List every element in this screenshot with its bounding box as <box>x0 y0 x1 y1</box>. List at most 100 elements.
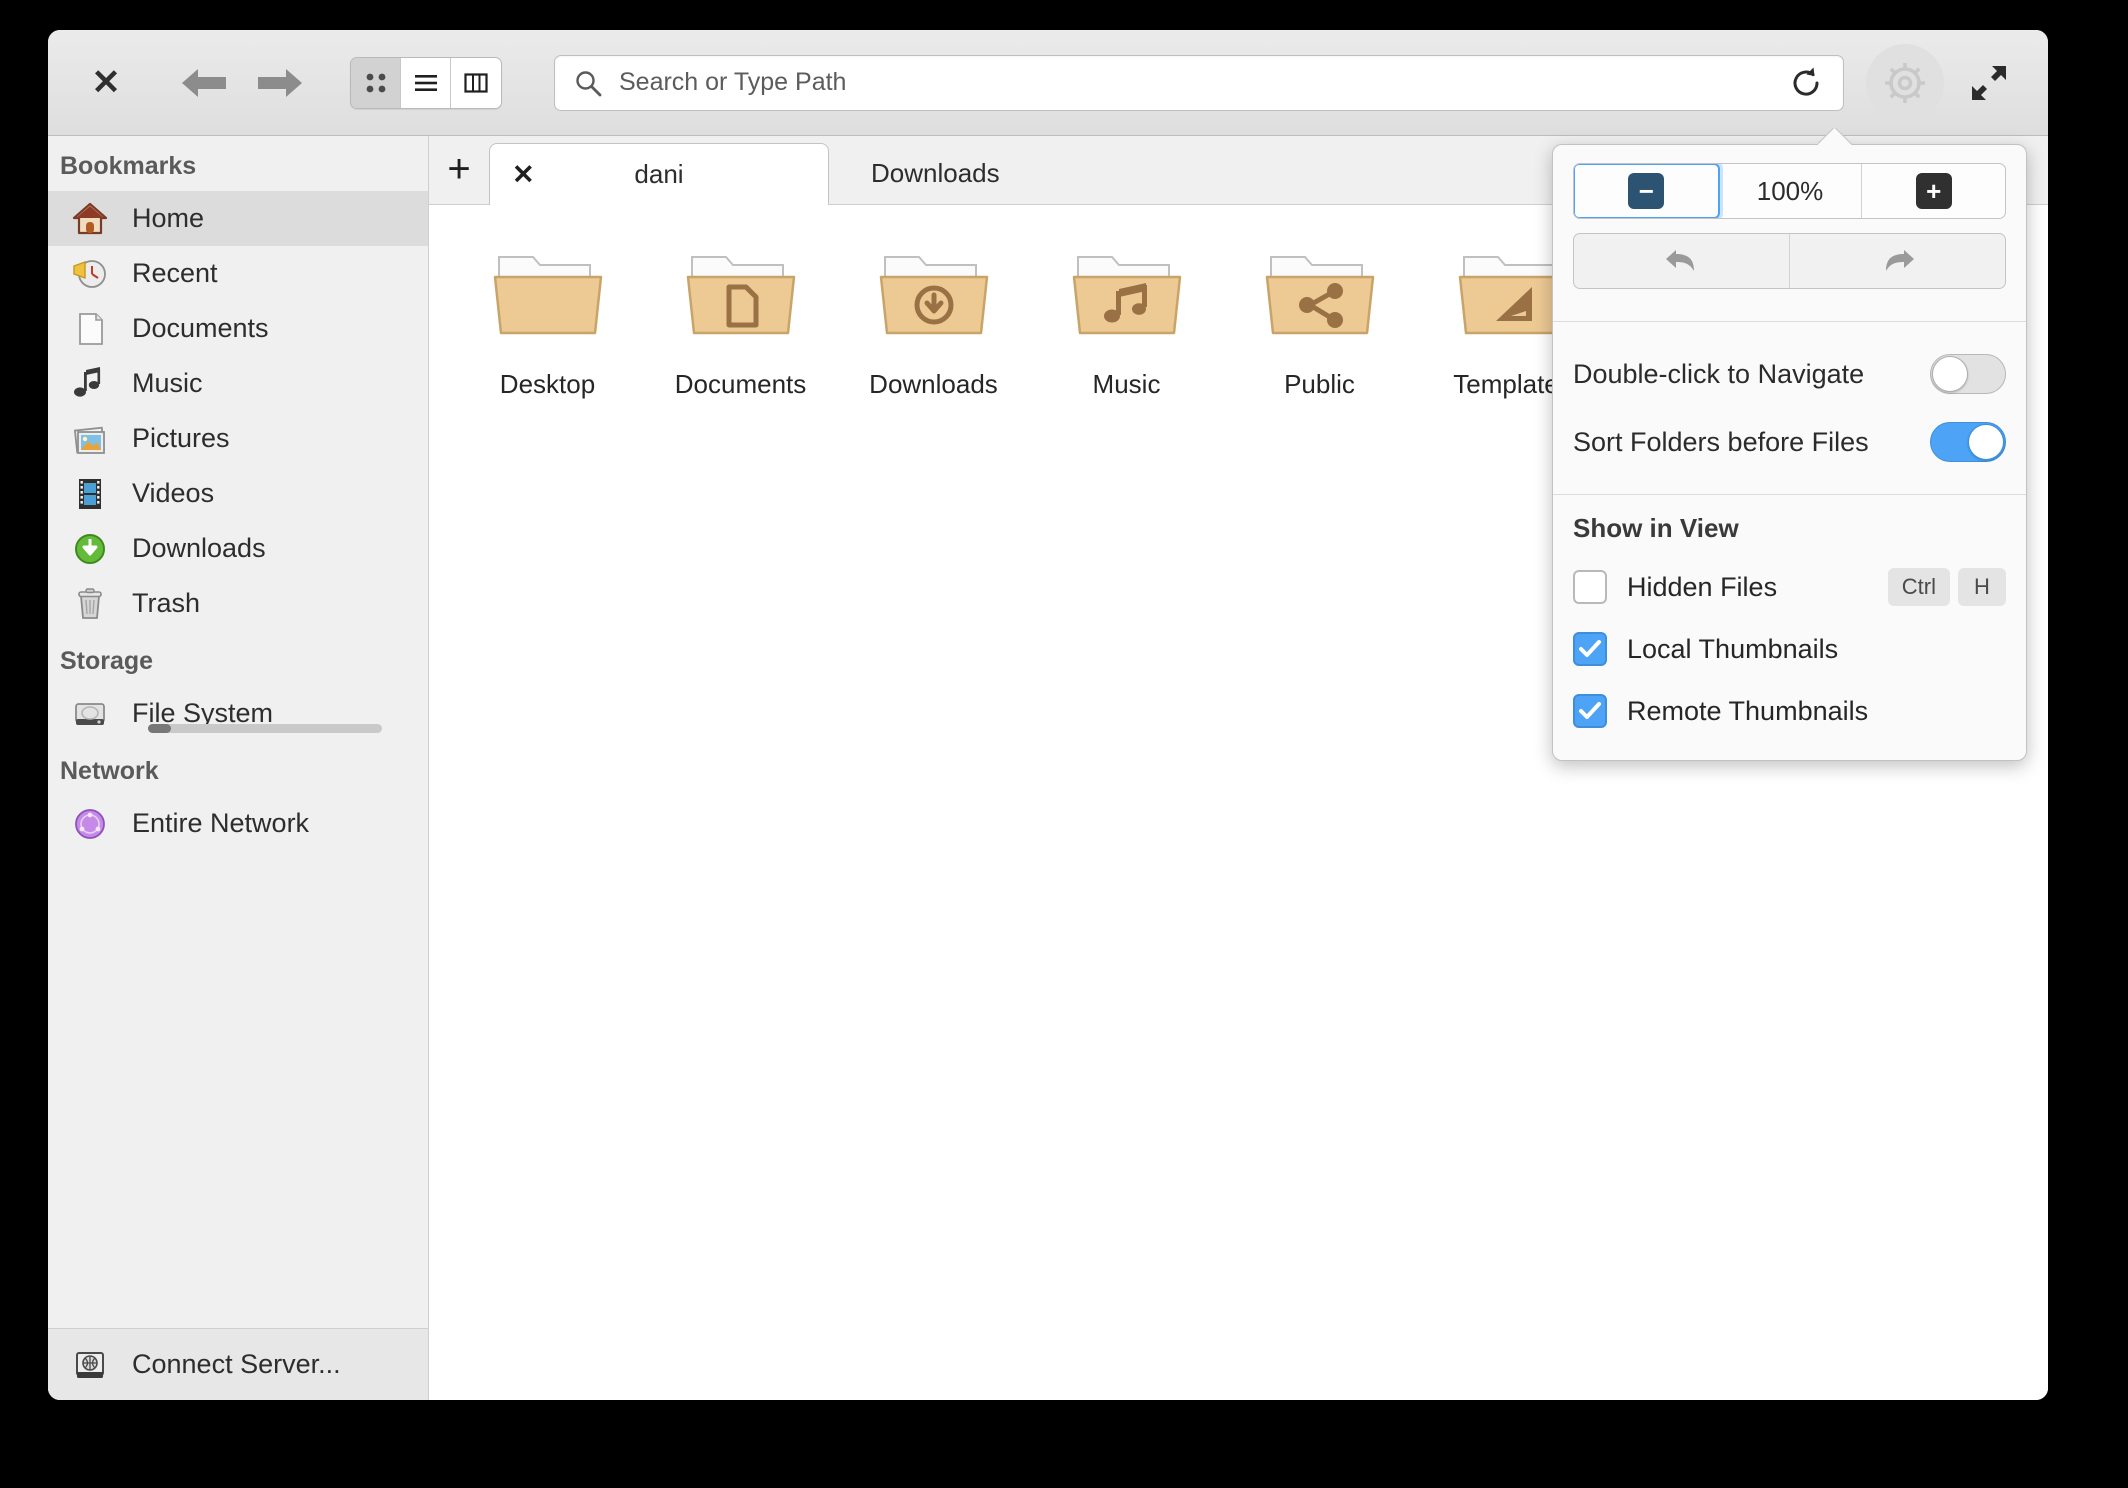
download-circle-icon <box>68 529 112 569</box>
recent-clock-icon <box>68 254 112 294</box>
network-globe-icon <box>68 804 112 844</box>
hard-drive-icon <box>68 694 112 734</box>
connect-server-button[interactable]: Connect Server... <box>48 1328 428 1400</box>
pref-label: Sort Folders before Files <box>1573 426 1869 457</box>
pref-double-click-navigate[interactable]: Double-click to Navigate <box>1573 340 2006 408</box>
sidebar-item-downloads[interactable]: Downloads <box>48 521 428 576</box>
close-window-button[interactable]: ✕ <box>78 55 134 111</box>
settings-button[interactable] <box>1866 43 1944 122</box>
storage-usage-bar <box>148 724 382 733</box>
forward-button[interactable] <box>244 55 314 111</box>
reload-icon[interactable] <box>1789 66 1823 100</box>
file-item-documents[interactable]: Documents <box>644 243 837 400</box>
search-bar[interactable]: Search or Type Path <box>554 54 1844 111</box>
list-icon <box>414 74 437 91</box>
tab-label: Downloads <box>871 157 1000 188</box>
redo-button[interactable] <box>1790 234 2005 288</box>
tab-downloads[interactable]: Downloads <box>829 142 1449 204</box>
double-click-toggle[interactable] <box>1930 354 2006 394</box>
checkbox-remote-thumbnails[interactable] <box>1573 694 1607 728</box>
settings-popover: − 100% + Double-click to Navigate Sort F… <box>1552 144 2027 761</box>
plus-icon: + <box>1915 173 1952 209</box>
folder-public-share-icon <box>1257 243 1383 353</box>
popover-preferences-section: Double-click to Navigate Sort Folders be… <box>1553 321 2026 494</box>
sidebar-item-label: Trash <box>132 588 201 618</box>
sort-folders-toggle[interactable] <box>1930 422 2006 462</box>
option-hidden-files[interactable]: Hidden Files Ctrl H <box>1573 556 2006 618</box>
document-icon <box>68 309 112 349</box>
fullscreen-button[interactable] <box>1954 53 2024 113</box>
sidebar-heading-bookmarks: Bookmarks <box>60 152 197 180</box>
file-item-desktop[interactable]: Desktop <box>451 243 644 400</box>
popover-show-in-view-section: Show in View Hidden Files Ctrl H Local T… <box>1553 494 2026 760</box>
tab-dani[interactable]: ✕ dani <box>489 143 829 205</box>
sidebar-item-videos[interactable]: Videos <box>48 466 428 521</box>
arrow-right-icon <box>258 68 302 97</box>
file-label: Public <box>1284 369 1355 399</box>
sidebar-item-label: Pictures <box>132 423 230 453</box>
undo-arrow-icon <box>1665 250 1694 271</box>
undo-button[interactable] <box>1574 234 1790 288</box>
sidebar-item-documents[interactable]: Documents <box>48 301 428 356</box>
folder-downloads-icon <box>871 243 997 353</box>
sidebar-item-label: Recent <box>132 258 218 288</box>
checkbox-local-thumbnails[interactable] <box>1573 632 1607 666</box>
view-mode-switcher[interactable] <box>350 56 502 109</box>
sidebar-heading-storage: Storage <box>60 647 154 675</box>
column-view-button[interactable] <box>451 57 501 108</box>
sidebar-item-trash[interactable]: Trash <box>48 576 428 631</box>
sidebar-item-pictures[interactable]: Pictures <box>48 411 428 466</box>
file-label: Downloads <box>869 369 998 399</box>
key-h: H <box>1958 568 2006 606</box>
music-note-icon <box>68 364 112 404</box>
sidebar-item-entire-network[interactable]: Entire Network <box>48 796 428 851</box>
zoom-out-button[interactable]: − <box>1574 164 1720 218</box>
check-icon <box>1579 640 1601 657</box>
toolbar: ✕ Search or Type Path <box>48 30 2048 136</box>
sidebar-item-label: Videos <box>132 478 215 508</box>
folder-music-icon <box>1064 243 1190 353</box>
icon-view-button[interactable] <box>351 57 401 108</box>
sidebar-item-music[interactable]: Music <box>48 356 428 411</box>
file-item-downloads[interactable]: Downloads <box>837 243 1030 400</box>
zoom-level-label: 100% <box>1756 175 1824 206</box>
sidebar-item-label: Music <box>132 368 203 398</box>
option-label: Remote Thumbnails <box>1627 695 1869 726</box>
gear-icon <box>1885 62 1925 103</box>
sidebar-scroll-area: Bookmarks Home Recent Documents Music Pi… <box>48 136 428 1328</box>
file-item-public[interactable]: Public <box>1223 243 1416 400</box>
sidebar-item-file-system[interactable]: File System <box>48 686 428 741</box>
minus-icon: − <box>1628 173 1665 209</box>
file-item-music[interactable]: Music <box>1030 243 1223 400</box>
pref-sort-folders-before-files[interactable]: Sort Folders before Files <box>1573 408 2006 476</box>
zoom-level-display: 100% <box>1719 164 1863 218</box>
sidebar-item-home[interactable]: Home <box>48 191 428 246</box>
new-tab-button[interactable]: + <box>429 135 489 204</box>
option-label: Hidden Files <box>1627 571 1778 602</box>
sidebar-item-label: Home <box>132 203 205 233</box>
arrow-left-icon <box>182 68 226 97</box>
search-icon <box>576 70 602 96</box>
back-button[interactable] <box>170 55 240 111</box>
file-manager-window: ✕ Search or Type Path Bookmarks Home Rec… <box>48 30 2048 1400</box>
sidebar-item-label: Documents <box>132 313 269 343</box>
file-label: Documents <box>674 369 807 399</box>
zoom-controls: − 100% + <box>1573 163 2006 219</box>
option-local-thumbnails[interactable]: Local Thumbnails <box>1573 618 2006 680</box>
folder-plain-icon <box>485 243 611 353</box>
zoom-in-button[interactable]: + <box>1862 164 2005 218</box>
key-ctrl: Ctrl <box>1887 568 1950 606</box>
redo-arrow-icon <box>1885 250 1914 271</box>
search-input[interactable]: Search or Type Path <box>619 68 1789 97</box>
sidebar-item-recent[interactable]: Recent <box>48 246 428 301</box>
connect-server-icon <box>68 1345 112 1385</box>
checkbox-hidden-files[interactable] <box>1573 570 1607 604</box>
sidebar: Bookmarks Home Recent Documents Music Pi… <box>48 136 429 1400</box>
tab-close-icon[interactable]: ✕ <box>512 159 535 190</box>
list-view-button[interactable] <box>401 57 451 108</box>
option-remote-thumbnails[interactable]: Remote Thumbnails <box>1573 680 2006 742</box>
history-controls <box>1573 233 2006 289</box>
popover-zoom-section: − 100% + <box>1553 145 2026 321</box>
folder-documents-icon <box>678 243 804 353</box>
option-label: Local Thumbnails <box>1627 633 1839 664</box>
